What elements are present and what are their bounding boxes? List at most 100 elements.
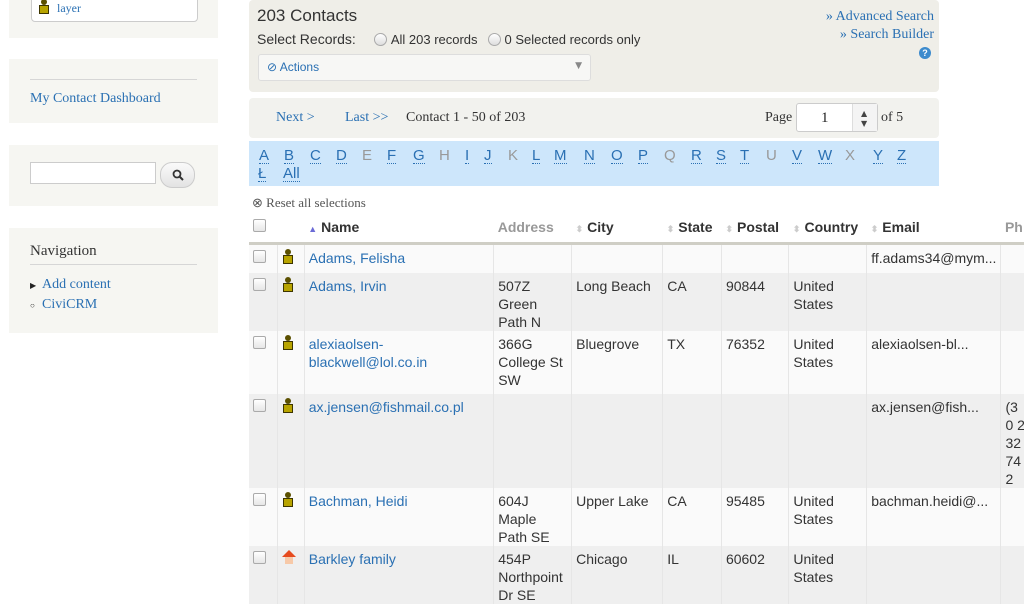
alpha-letter-all[interactable]: All [283, 166, 300, 182]
row-checkbox[interactable] [253, 398, 266, 412]
alpha-letter-n[interactable]: N [584, 148, 595, 164]
alphabet-filter: A B C D E F G H I J K L M N O P Q R S T U V W X Y Z Ł All [249, 141, 939, 186]
alpha-letter-w[interactable]: W [818, 148, 833, 164]
row-checkbox[interactable] [253, 550, 266, 564]
step-down-icon[interactable]: ▼ [861, 119, 867, 128]
sidebar-search-input[interactable] [30, 162, 156, 184]
individual-icon[interactable] [282, 491, 294, 507]
alpha-letter-c[interactable]: C [310, 148, 321, 164]
alpha-letter-b[interactable]: B [284, 148, 295, 164]
col-city[interactable]: ⬍ City [571, 212, 663, 245]
alpha-letter-p[interactable]: P [638, 148, 649, 164]
alpha-letter-a[interactable]: A [259, 148, 270, 164]
address-cell: 366G College St SW [493, 330, 572, 394]
row-checkbox[interactable] [253, 492, 266, 506]
search-builder-link[interactable]: » Search Builder [840, 27, 934, 42]
alpha-letter-o[interactable]: O [611, 148, 623, 164]
col-name[interactable]: ▲ Name [304, 212, 494, 245]
contact-type-cell [276, 330, 305, 394]
alpha-letter-x: X [845, 147, 856, 164]
radio-selected-label[interactable]: 0 Selected records only [505, 32, 641, 47]
radio-all-records[interactable] [373, 32, 387, 46]
nav-item-civicrm[interactable]: ○ CiviCRM [30, 297, 97, 313]
alpha-letter-y[interactable]: Y [873, 148, 884, 164]
contact-name-link[interactable]: Bachman, Heidi [309, 493, 408, 509]
alpha-letter-m[interactable]: M [554, 148, 567, 164]
alpha-letter-g[interactable]: G [413, 148, 425, 164]
alpha-letter-l[interactable]: L [532, 148, 541, 164]
country-cell: United States [788, 272, 867, 331]
individual-icon[interactable] [282, 249, 294, 264]
pager: Next > Last >> Contact 1 - 50 of 203 Pag… [249, 98, 939, 138]
alpha-letter-v[interactable]: V [792, 148, 803, 164]
contact-name-link[interactable]: Adams, Irvin [309, 278, 387, 294]
search-button[interactable] [160, 162, 195, 188]
name-cell: Adams, Irvin [303, 272, 494, 331]
contact-name-link[interactable]: alexiaolsen-blackwell@lol.co.in [309, 336, 427, 370]
contact-name-link[interactable]: Adams, Felisha [309, 250, 405, 266]
reset-selections[interactable]: ⊗ Reset all selections [252, 195, 366, 211]
page-stepper[interactable]: ▲ ▼ [852, 104, 877, 131]
dropdown-caret-icon: ▼ [575, 61, 582, 71]
alpha-letter-z[interactable]: Z [897, 148, 907, 164]
table-row: Adams, Irvin 507Z Green Path N Long Beach C… [249, 272, 1024, 331]
sort-asc-icon: ▲ [308, 224, 318, 234]
nav-item-add-content[interactable]: ▶ Add content [30, 277, 111, 293]
top-block-link[interactable]: layer [57, 1, 81, 16]
contact-icon [38, 0, 50, 14]
col-postal[interactable]: ⬍ Postal [721, 212, 789, 245]
alpha-letter-t[interactable]: T [740, 148, 750, 164]
individual-icon[interactable] [282, 276, 294, 292]
sort-icon: ⬍ [792, 224, 801, 234]
page-number-input[interactable]: 1 ▲ ▼ [796, 103, 878, 132]
address-cell: 454P Northpoint Dr SE [493, 545, 572, 604]
col-email[interactable]: ⬍ Email [866, 212, 1001, 245]
last-page-link[interactable]: Last >> [345, 110, 388, 126]
row-checkbox[interactable] [253, 250, 266, 263]
top-block-box: layer [31, 0, 198, 22]
table-row: alexiaolsen-blackwell@lol.co.in 366G Coll… [249, 330, 1024, 394]
alpha-letter-s[interactable]: S [716, 148, 727, 164]
alpha-letter-r[interactable]: R [691, 148, 702, 164]
city-cell: Long Beach [571, 272, 663, 331]
contact-type-cell [276, 243, 305, 273]
help-icon[interactable]: ? [919, 47, 931, 59]
select-records-row: Select Records: All 203 records 0 Select… [257, 31, 640, 47]
contact-name-link[interactable]: ax.jensen@fishmail.co.pl [309, 399, 464, 415]
row-select-cell [249, 545, 278, 604]
next-page-link[interactable]: Next > [276, 110, 315, 126]
alpha-letter-u: U [766, 147, 777, 164]
individual-icon[interactable] [282, 397, 294, 413]
navigation-block: Navigation ▶ Add content ○ CiviCRM [9, 228, 218, 333]
alpha-letter-f[interactable]: F [387, 148, 397, 164]
nav-item-label[interactable]: CiviCRM [42, 297, 97, 313]
step-up-icon[interactable]: ▲ [861, 109, 867, 118]
nav-item-label[interactable]: Add content [42, 277, 111, 293]
postal-cell: 95485 [720, 487, 789, 546]
my-contact-dashboard-link[interactable]: My Contact Dashboard [30, 91, 161, 107]
postal-cell [720, 393, 789, 488]
advanced-search-link[interactable]: » Advanced Search [826, 9, 934, 24]
alpha-letter-ł[interactable]: Ł [258, 166, 267, 182]
sidebar-top-block: layer [9, 0, 218, 38]
row-checkbox[interactable] [253, 335, 266, 349]
radio-selected-only[interactable] [487, 32, 501, 46]
individual-icon[interactable] [282, 334, 294, 350]
household-icon[interactable] [281, 549, 296, 564]
country-cell: United States [788, 330, 867, 394]
actions-dropdown[interactable]: ⊘ Actions ▼ [258, 54, 591, 81]
radio-all-label[interactable]: All 203 records [391, 32, 478, 47]
select-all-checkbox[interactable] [253, 219, 266, 232]
contact-name-link[interactable]: Barkley family [309, 551, 396, 567]
alpha-letter-d[interactable]: D [336, 148, 347, 164]
record-range: Contact 1 - 50 of 203 [406, 110, 526, 125]
city-cell: Upper Lake [571, 487, 663, 546]
alpha-letter-i[interactable]: I [465, 148, 470, 164]
col-country[interactable]: ⬍ Country [788, 212, 867, 245]
col-state[interactable]: ⬍ State [662, 212, 722, 245]
name-cell: Adams, Felisha [303, 243, 494, 273]
row-checkbox[interactable] [253, 277, 266, 291]
reset-label[interactable]: Reset all selections [266, 195, 366, 210]
contacts-count: 203 Contacts [257, 6, 358, 25]
alpha-letter-j[interactable]: J [484, 148, 492, 164]
